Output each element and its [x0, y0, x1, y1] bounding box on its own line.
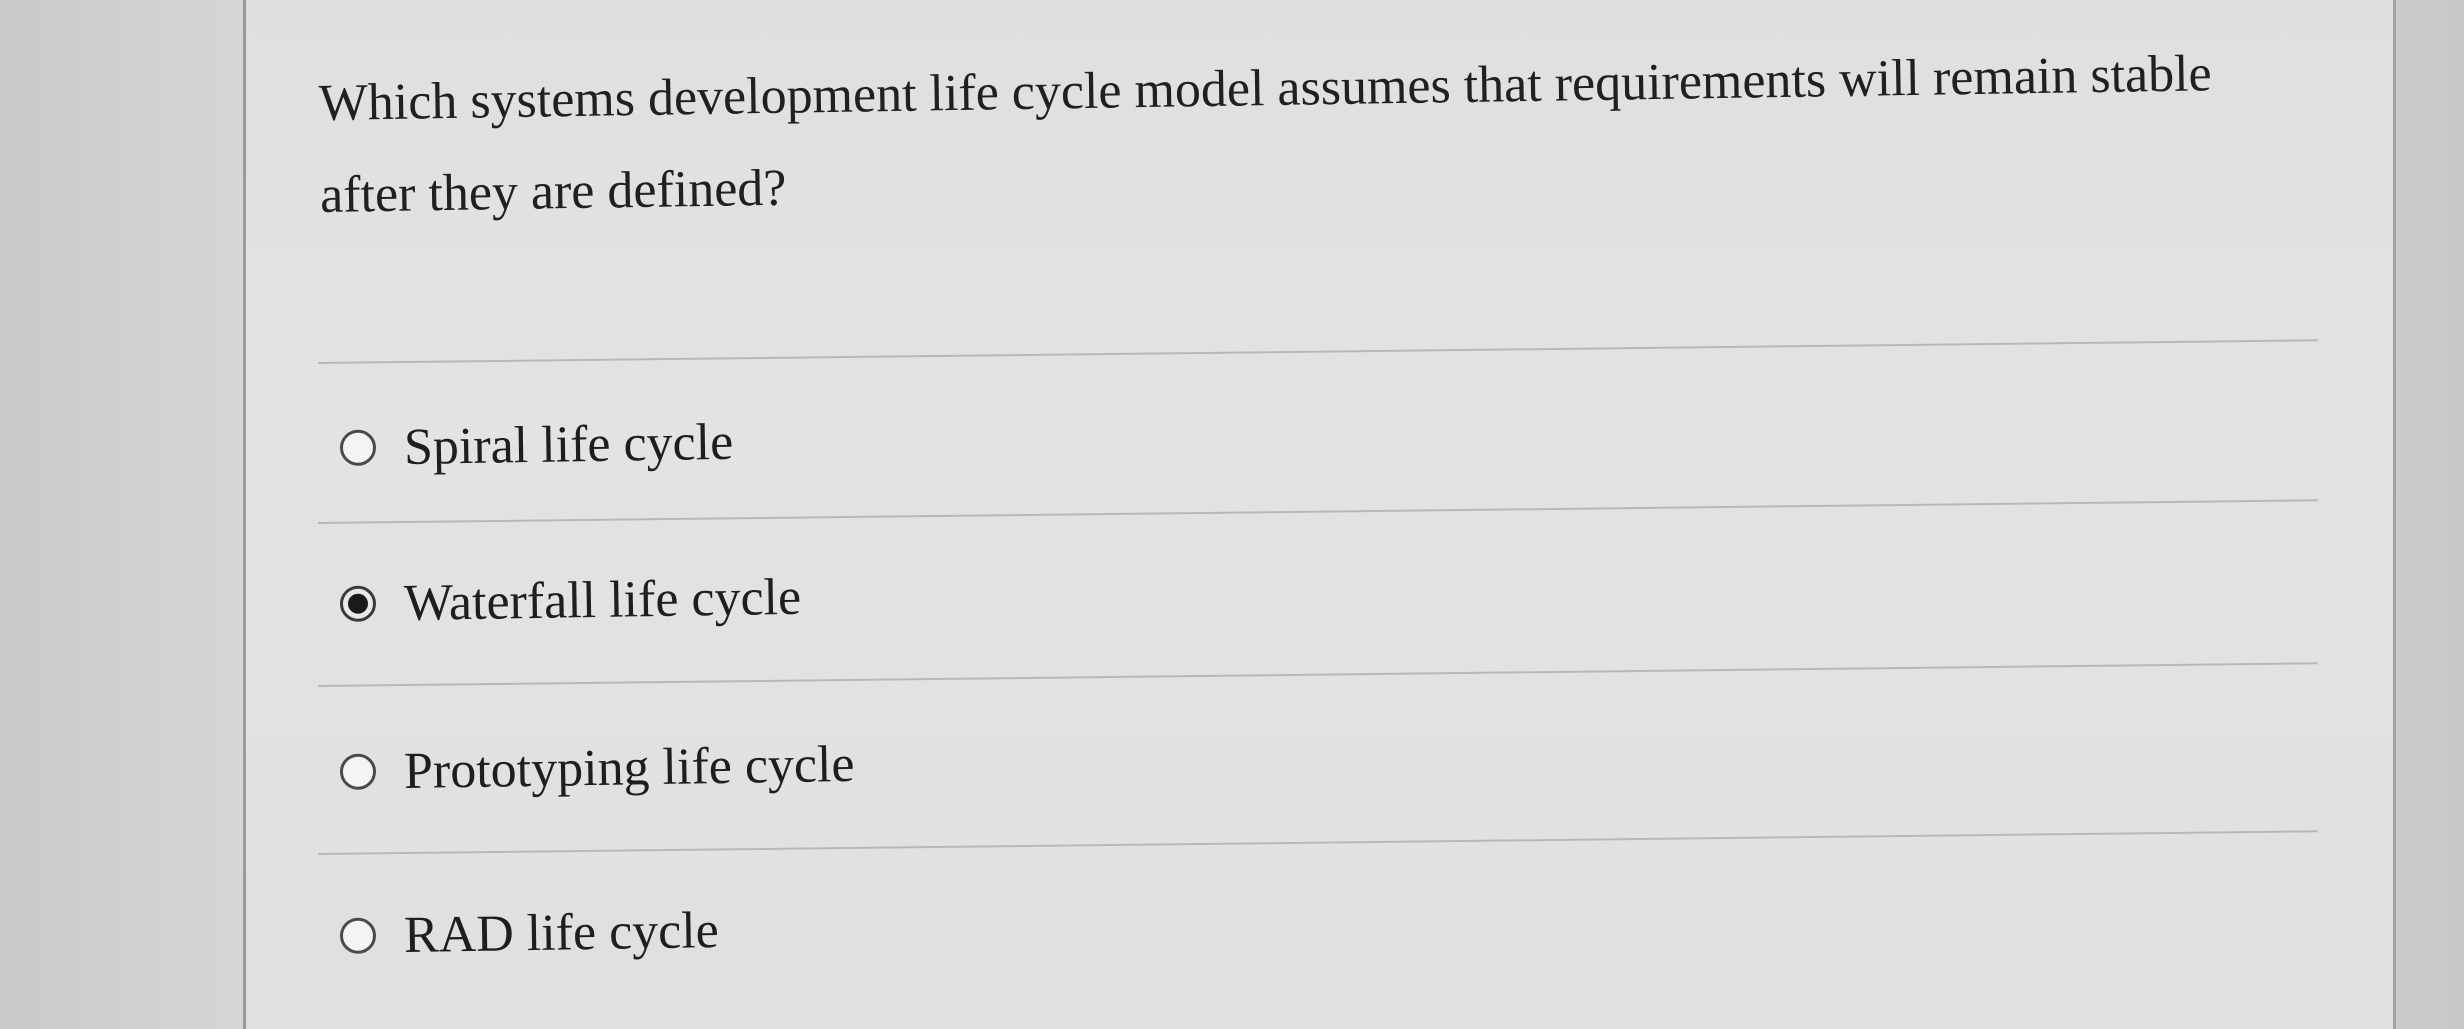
question-text: Which systems development life cycle mod…	[318, 45, 2213, 224]
radio-button-rad[interactable]	[339, 917, 377, 954]
radio-button-prototyping[interactable]	[339, 753, 377, 790]
option-label-spiral: Spiral life cycle	[403, 413, 734, 476]
radio-selected-dot-icon	[347, 593, 369, 614]
option-label-rad: RAD life cycle	[403, 901, 720, 964]
quiz-screen: Which systems development life cycle mod…	[0, 0, 2464, 1029]
panel-right-border	[2393, 0, 2396, 1029]
radio-button-spiral[interactable]	[339, 429, 377, 466]
option-label-prototyping: Prototyping life cycle	[403, 735, 855, 800]
option-label-waterfall: Waterfall life cycle	[403, 568, 802, 632]
radio-button-waterfall[interactable]	[339, 585, 377, 622]
